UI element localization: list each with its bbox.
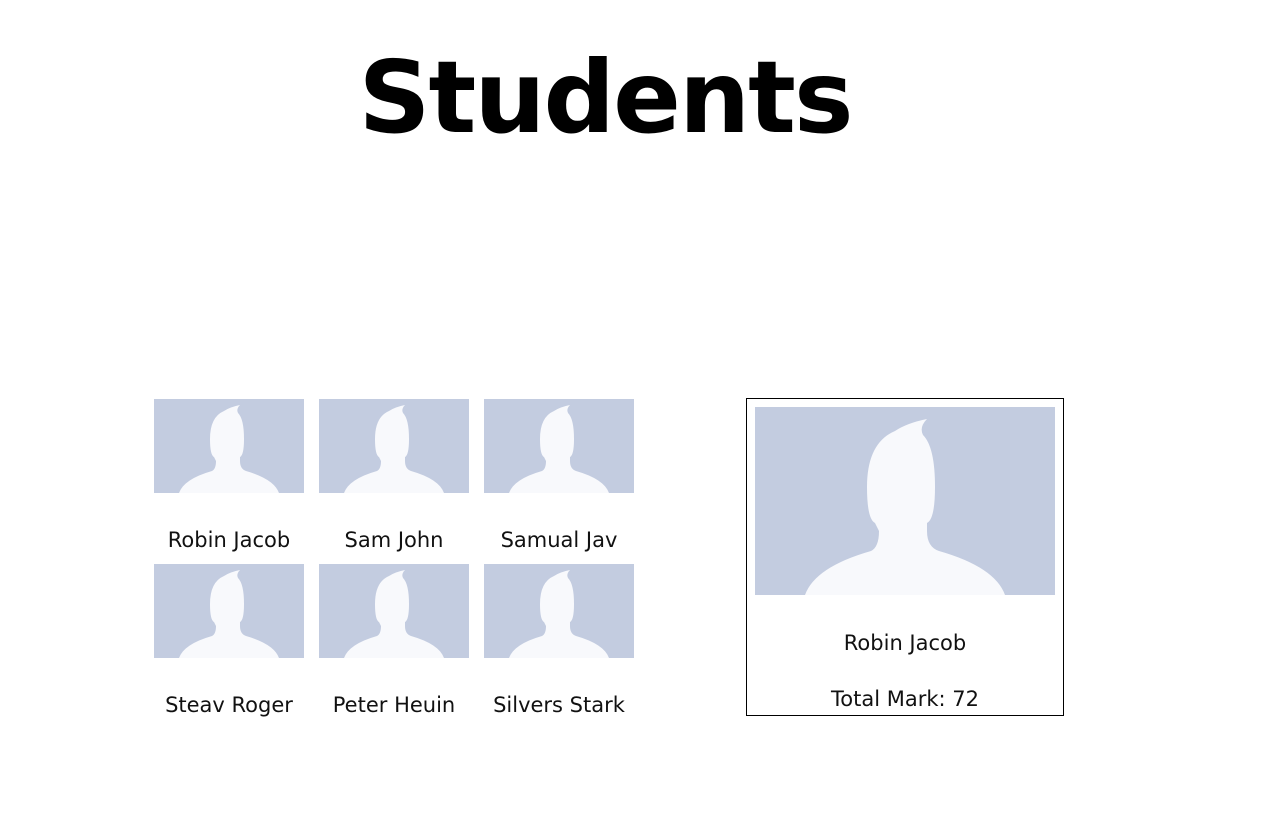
avatar-icon: [154, 399, 304, 493]
avatar-icon: [755, 407, 1055, 595]
avatar-icon: [484, 399, 634, 493]
student-name: Silvers Stark: [493, 693, 625, 717]
total-mark-value: 72: [952, 687, 979, 711]
avatar-icon: [319, 564, 469, 658]
student-grid: Robin Jacob Sam John Samual Jav Steav Ro…: [154, 399, 634, 723]
detail-total-mark: Total Mark: 72: [747, 686, 1063, 712]
student-name: Steav Roger: [165, 693, 293, 717]
students-page: Students Robin Jacob Sam John Samual Jav: [0, 0, 1265, 831]
student-card-peter-heuin[interactable]: Peter Heuin: [319, 564, 469, 723]
student-name: Samual Jav: [500, 528, 618, 552]
student-card-sam-john[interactable]: Sam John: [319, 399, 469, 558]
student-card-silvers-stark[interactable]: Silvers Stark: [484, 564, 634, 723]
student-detail-panel: Robin Jacob Total Mark: 72: [746, 398, 1064, 716]
student-card-samual-jav[interactable]: Samual Jav: [484, 399, 634, 558]
total-mark-label: Total Mark:: [831, 687, 946, 711]
avatar-icon: [319, 399, 469, 493]
detail-student-name: Robin Jacob: [843, 631, 967, 655]
student-name: Peter Heuin: [332, 693, 456, 717]
student-card-steav-roger[interactable]: Steav Roger: [154, 564, 304, 723]
avatar-icon: [154, 564, 304, 658]
student-name: Robin Jacob: [167, 528, 291, 552]
student-card-robin-jacob[interactable]: Robin Jacob: [154, 399, 304, 558]
student-name: Sam John: [344, 528, 444, 552]
page-title: Students: [358, 39, 854, 156]
avatar-icon: [484, 564, 634, 658]
